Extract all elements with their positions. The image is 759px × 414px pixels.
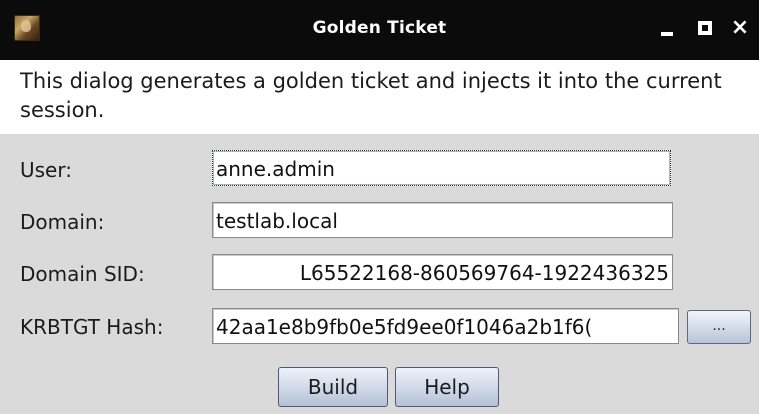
user-field-value: anne.admin (216, 157, 335, 181)
domain-field-value: testlab.local (216, 209, 338, 233)
title-bar[interactable]: Golden Ticket × (0, 0, 759, 60)
user-field[interactable]: anne.admin (212, 150, 671, 186)
domain-sid-field-value: L65522168-860569764-1922436325 (299, 261, 669, 285)
browse-button[interactable]: ... (687, 310, 751, 344)
help-button[interactable]: Help (395, 367, 499, 407)
domain-label: Domain: (20, 210, 105, 234)
window-title: Golden Ticket (312, 18, 447, 38)
domain-sid-label: Domain SID: (20, 262, 145, 286)
krbtgt-hash-field[interactable]: 42aa1e8b9fb0e5fd9ee0f1046a2b1f6( (212, 308, 679, 344)
maximize-icon[interactable] (693, 16, 717, 40)
krbtgt-hash-field-value: 42aa1e8b9fb0e5fd9ee0f1046a2b1f6( (216, 315, 593, 339)
golden-ticket-dialog: Golden Ticket × This dialog generates a … (0, 0, 759, 414)
close-icon[interactable]: × (728, 16, 752, 40)
domain-sid-field[interactable]: L65522168-860569764-1922436325 (212, 254, 673, 290)
user-label: User: (20, 158, 72, 182)
minimize-icon[interactable] (656, 16, 680, 40)
domain-field[interactable]: testlab.local (212, 202, 673, 238)
description-panel: This dialog generates a golden ticket an… (0, 60, 759, 134)
build-button[interactable]: Build (278, 367, 388, 407)
krbtgt-hash-label: KRBTGT Hash: (20, 315, 164, 339)
description-text: This dialog generates a golden ticket an… (20, 69, 722, 122)
